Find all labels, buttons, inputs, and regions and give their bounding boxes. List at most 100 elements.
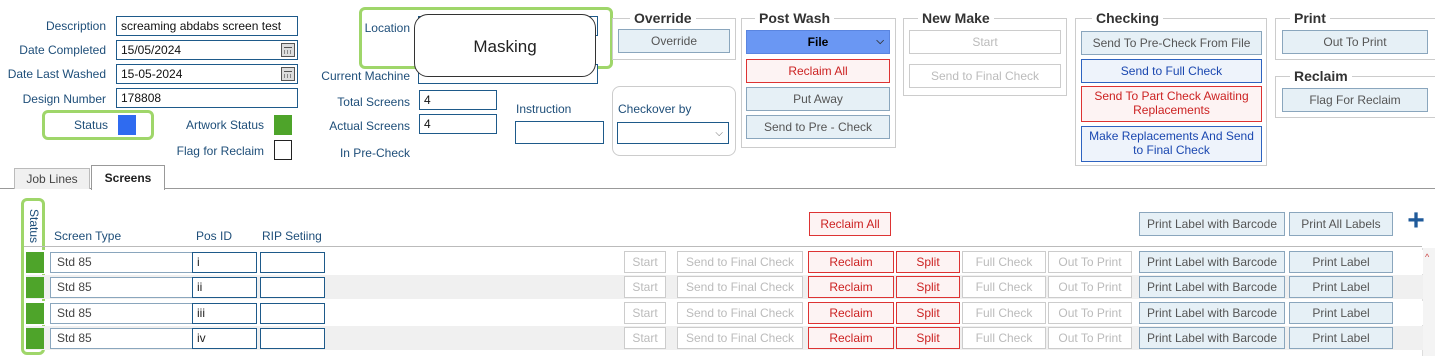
date-last-washed-field[interactable]: 15-05-2024 xyxy=(116,64,298,84)
send-part-check-line1: Send To Part Check Awaiting xyxy=(1094,89,1249,103)
row-status-swatch[interactable] xyxy=(26,277,44,298)
tab-baseline xyxy=(0,188,1435,189)
row-split-button[interactable]: Split xyxy=(896,327,960,349)
screen-type-value: Std 85 xyxy=(57,306,92,320)
file-label: File xyxy=(807,35,829,49)
row-reclaim-button[interactable]: Reclaim xyxy=(808,251,894,273)
calendar-icon[interactable] xyxy=(281,43,295,57)
print-all-labels-button[interactable]: Print All Labels xyxy=(1289,212,1393,236)
row-print-barcode-button[interactable]: Print Label with Barcode xyxy=(1139,302,1285,324)
design-number-field[interactable]: 178808 xyxy=(116,88,298,108)
row-send-final-button[interactable]: Send to Final Check xyxy=(677,251,803,273)
row-send-final-button[interactable]: Send to Final Check xyxy=(677,327,803,349)
artwork-status-swatch[interactable] xyxy=(274,115,292,135)
row-full-check-button[interactable]: Full Check xyxy=(962,276,1046,298)
send-precheck-from-file-button[interactable]: Send To Pre-Check From File xyxy=(1081,31,1262,55)
chevron-down-icon: ⌵ xyxy=(876,36,884,47)
row-send-final-button[interactable]: Send to Final Check xyxy=(677,302,803,324)
table-scrollbar[interactable]: ^ xyxy=(1422,248,1435,356)
print-label-barcode-header-button[interactable]: Print Label with Barcode xyxy=(1139,212,1285,236)
table-row: Std 85⌵iiiStartSend to Final CheckReclai… xyxy=(26,301,1423,325)
flag-for-reclaim-button[interactable]: Flag For Reclaim xyxy=(1282,88,1428,112)
row-print-barcode-button[interactable]: Print Label with Barcode xyxy=(1139,251,1285,273)
row-full-check-button[interactable]: Full Check xyxy=(962,302,1046,324)
masking-popup: Masking xyxy=(414,14,596,77)
row-start-button[interactable]: Start xyxy=(624,276,666,298)
row-full-check-button[interactable]: Full Check xyxy=(962,327,1046,349)
reclaim-title: Reclaim xyxy=(1290,68,1352,84)
put-away-button[interactable]: Put Away xyxy=(746,87,890,111)
total-screens-field[interactable]: 4 xyxy=(419,90,497,110)
rip-setting-field[interactable] xyxy=(260,277,325,298)
row-print-barcode-button[interactable]: Print Label with Barcode xyxy=(1139,327,1285,349)
send-to-full-check-button[interactable]: Send to Full Check xyxy=(1081,59,1262,83)
tab-job-lines[interactable]: Job Lines xyxy=(14,168,90,189)
row-full-check-button[interactable]: Full Check xyxy=(962,251,1046,273)
send-part-check-button[interactable]: Send To Part Check Awaiting Replacements xyxy=(1081,86,1262,122)
description-field[interactable]: screaming abdabs screen test xyxy=(116,16,298,36)
status-label: Status xyxy=(73,118,108,132)
pos-id-field[interactable]: i xyxy=(192,252,257,273)
row-start-button[interactable]: Start xyxy=(624,327,666,349)
current-machine-label: Current Machine xyxy=(321,69,410,83)
date-completed-value: 15/05/2024 xyxy=(121,43,182,57)
row-out-to-print-button[interactable]: Out To Print xyxy=(1048,276,1132,298)
scroll-up-icon[interactable]: ^ xyxy=(1425,252,1429,262)
out-to-print-button[interactable]: Out To Print xyxy=(1282,30,1428,54)
row-print-label-button[interactable]: Print Label xyxy=(1289,302,1393,324)
calendar-icon[interactable] xyxy=(281,67,295,81)
row-print-label-button[interactable]: Print Label xyxy=(1289,327,1393,349)
row-status-swatch[interactable] xyxy=(26,252,44,273)
actual-screens-field[interactable]: 4 xyxy=(419,114,497,134)
pos-id-field[interactable]: ii xyxy=(192,277,257,298)
actual-screens-label: Actual Screens xyxy=(329,119,410,133)
rip-setting-field[interactable] xyxy=(260,303,325,324)
row-send-final-button[interactable]: Send to Final Check xyxy=(677,276,803,298)
tab-screens[interactable]: Screens xyxy=(91,165,165,190)
make-replacements-button[interactable]: Make Replacements And Send to Final Chec… xyxy=(1081,126,1262,162)
row-status-swatch[interactable] xyxy=(26,303,44,324)
new-make-title: New Make xyxy=(918,10,994,26)
row-print-label-button[interactable]: Print Label xyxy=(1289,251,1393,273)
chevron-down-icon: ⌵ xyxy=(715,128,723,139)
row-split-button[interactable]: Split xyxy=(896,276,960,298)
row-split-button[interactable]: Split xyxy=(896,251,960,273)
row-status-swatch[interactable] xyxy=(26,328,44,349)
row-reclaim-button[interactable]: Reclaim xyxy=(808,327,894,349)
override-button[interactable]: Override xyxy=(618,29,730,53)
screen-type-value: Std 85 xyxy=(57,280,92,294)
checkover-select[interactable]: ⌵ xyxy=(617,122,729,144)
row-out-to-print-button[interactable]: Out To Print xyxy=(1048,302,1132,324)
row-print-barcode-button[interactable]: Print Label with Barcode xyxy=(1139,276,1285,298)
date-completed-field[interactable]: 15/05/2024 xyxy=(116,40,298,60)
rip-setting-field[interactable] xyxy=(260,328,325,349)
reclaim-all-button[interactable]: Reclaim All xyxy=(746,59,890,83)
row-out-to-print-button[interactable]: Out To Print xyxy=(1048,327,1132,349)
row-out-to-print-button[interactable]: Out To Print xyxy=(1048,251,1132,273)
row-start-button[interactable]: Start xyxy=(624,302,666,324)
row-start-button[interactable]: Start xyxy=(624,251,666,273)
row-reclaim-button[interactable]: Reclaim xyxy=(808,276,894,298)
new-make-send-final-button[interactable]: Send to Final Check xyxy=(909,64,1061,88)
pos-id-field[interactable]: iii xyxy=(192,303,257,324)
send-to-precheck-button[interactable]: Send to Pre - Check xyxy=(746,115,890,139)
row-split-button[interactable]: Split xyxy=(896,302,960,324)
row-print-label-button[interactable]: Print Label xyxy=(1289,276,1393,298)
instruction-field[interactable] xyxy=(515,121,604,144)
status-swatch[interactable] xyxy=(118,115,136,135)
rip-setting-field[interactable] xyxy=(260,252,325,273)
table-row: Std 85⌵iStartSend to Final CheckReclaimS… xyxy=(26,250,1423,274)
screen-type-value: Std 85 xyxy=(57,331,92,345)
flag-for-reclaim-checkbox[interactable] xyxy=(274,140,292,160)
table-top-rule xyxy=(24,246,1422,247)
screens-reclaim-all-button[interactable]: Reclaim All xyxy=(809,212,891,236)
send-part-check-line2: Replacements xyxy=(1133,103,1210,117)
new-make-start-button[interactable]: Start xyxy=(909,30,1061,54)
pos-id-field[interactable]: iv xyxy=(192,328,257,349)
date-last-washed-label: Date Last Washed xyxy=(7,67,106,81)
file-dropdown[interactable]: File ⌵ xyxy=(746,30,890,54)
add-screen-icon[interactable]: + xyxy=(1404,206,1428,236)
row-reclaim-button[interactable]: Reclaim xyxy=(808,302,894,324)
design-number-label: Design Number xyxy=(22,92,106,106)
instruction-label: Instruction xyxy=(516,102,572,116)
